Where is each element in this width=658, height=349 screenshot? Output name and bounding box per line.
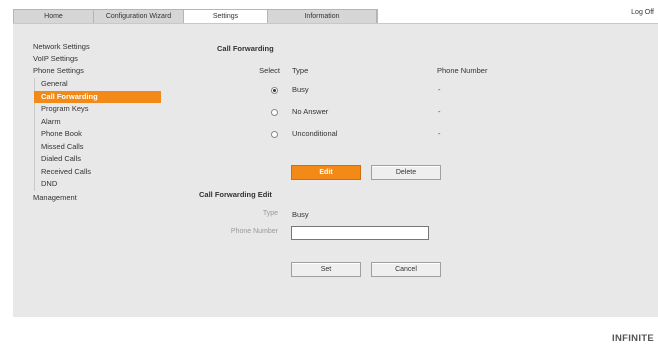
- row-phone-busy: -: [438, 85, 441, 94]
- sidebar-item-management[interactable]: Management: [33, 192, 173, 204]
- call-forwarding-edit-title: Call Forwarding Edit: [199, 190, 272, 199]
- tab-home[interactable]: Home: [14, 10, 94, 24]
- tab-information[interactable]: Information: [268, 10, 377, 24]
- edit-button[interactable]: Edit: [291, 165, 361, 180]
- content-area: Call Forwarding Select Type Phone Number…: [188, 39, 648, 309]
- radio-unconditional[interactable]: [271, 131, 278, 138]
- sidebar-item-dialed-calls[interactable]: Dialed Calls: [41, 153, 173, 166]
- phone-number-label: Phone Number: [230, 228, 278, 235]
- sidebar-item-phone-settings[interactable]: Phone Settings: [33, 65, 173, 77]
- sidebar-item-phone-book[interactable]: Phone Book: [41, 128, 173, 141]
- column-header-type: Type: [292, 66, 309, 75]
- column-header-select: Select: [259, 66, 280, 75]
- log-off-link[interactable]: Log Off: [631, 9, 654, 16]
- radio-busy[interactable]: [271, 87, 278, 94]
- cancel-button[interactable]: Cancel: [371, 262, 441, 277]
- type-value: Busy: [292, 210, 309, 219]
- tab-strip: Home Configuration Wizard Settings Infor…: [13, 9, 378, 24]
- sidebar-item-voip-settings[interactable]: VoIP Settings: [33, 53, 173, 65]
- radio-no-answer[interactable]: [271, 109, 278, 116]
- type-label: Type: [262, 210, 278, 217]
- row-type-unconditional: Unconditional: [292, 129, 338, 138]
- phone-number-input[interactable]: [291, 226, 429, 240]
- sidebar: Network Settings VoIP Settings Phone Set…: [33, 41, 173, 204]
- row-phone-no-answer: -: [438, 107, 441, 116]
- phone-settings-submenu: General Call Forwarding Program Keys Ala…: [34, 78, 173, 191]
- row-type-busy: Busy: [292, 85, 309, 94]
- sidebar-item-received-calls[interactable]: Received Calls: [41, 166, 173, 179]
- brand-logo: INFINITE: [612, 333, 654, 344]
- tab-configuration-wizard[interactable]: Configuration Wizard: [94, 10, 184, 24]
- delete-button[interactable]: Delete: [371, 165, 441, 180]
- sidebar-item-network-settings[interactable]: Network Settings: [33, 41, 173, 53]
- row-type-no-answer: No Answer: [292, 107, 329, 116]
- column-header-phone-number: Phone Number: [437, 66, 488, 75]
- sidebar-item-alarm[interactable]: Alarm: [41, 116, 173, 129]
- sidebar-item-call-forwarding[interactable]: Call Forwarding: [34, 90, 161, 103]
- sidebar-item-general[interactable]: General: [41, 78, 173, 91]
- sidebar-item-missed-calls[interactable]: Missed Calls: [41, 141, 173, 154]
- sidebar-item-program-keys[interactable]: Program Keys: [41, 103, 173, 116]
- tab-settings[interactable]: Settings: [184, 10, 268, 24]
- top-nav: Home Configuration Wizard Settings Infor…: [0, 0, 658, 24]
- main-panel: Network Settings VoIP Settings Phone Set…: [13, 23, 658, 317]
- row-phone-unconditional: -: [438, 129, 441, 138]
- set-button[interactable]: Set: [291, 262, 361, 277]
- call-forwarding-title: Call Forwarding: [217, 44, 274, 53]
- sidebar-item-dnd[interactable]: DND: [41, 178, 173, 191]
